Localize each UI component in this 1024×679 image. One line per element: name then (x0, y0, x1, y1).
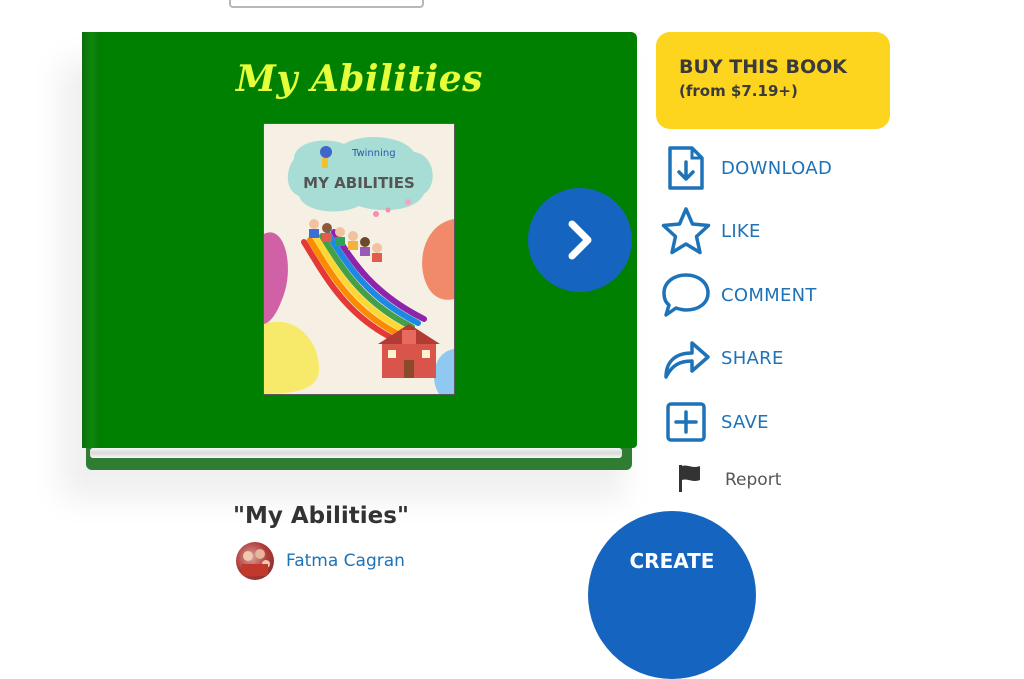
create-label: CREATE (629, 549, 715, 573)
create-button[interactable]: CREATE (588, 511, 756, 679)
cover-illustration-art: Twinning MY ABILITIES (264, 137, 454, 394)
avatar (236, 542, 274, 580)
next-page-button[interactable] (528, 188, 632, 292)
plus-square-icon (658, 394, 714, 450)
buy-this-book-button[interactable]: BUY THIS BOOK (from $7.19+) (656, 32, 890, 129)
chevron-right-icon (568, 220, 592, 260)
report-label: Report (725, 470, 782, 490)
download-label: DOWNLOAD (721, 157, 833, 179)
buy-title: BUY THIS BOOK (679, 56, 848, 78)
like-label: LIKE (721, 220, 761, 242)
author-link[interactable]: Fatma Cagran (236, 542, 405, 580)
cover-title: My Abilities (236, 58, 483, 100)
share-arrow-icon (658, 330, 714, 386)
svg-text:MY ABILITIES: MY ABILITIES (303, 174, 415, 192)
buy-price: (from $7.19+) (679, 82, 798, 100)
save-label: SAVE (721, 411, 769, 433)
like-button[interactable]: LIKE (658, 203, 888, 259)
comment-label: COMMENT (721, 284, 817, 306)
report-button[interactable]: Report (676, 464, 816, 496)
top-input-box[interactable] (229, 0, 424, 8)
star-icon (658, 203, 714, 259)
share-label: SHARE (721, 347, 784, 369)
flag-icon (676, 463, 704, 497)
speech-bubble-icon (658, 267, 714, 323)
svg-text:Twinning: Twinning (351, 148, 396, 159)
download-file-icon (658, 140, 714, 196)
comment-button[interactable]: COMMENT (658, 267, 888, 323)
book-title: "My Abilities" (233, 503, 409, 529)
cover-illustration: Twinning MY ABILITIES (263, 123, 455, 395)
page-edges (90, 448, 622, 458)
share-button[interactable]: SHARE (658, 330, 888, 386)
save-button[interactable]: SAVE (658, 394, 888, 450)
author-name: Fatma Cagran (286, 551, 405, 571)
download-button[interactable]: DOWNLOAD (658, 140, 888, 196)
